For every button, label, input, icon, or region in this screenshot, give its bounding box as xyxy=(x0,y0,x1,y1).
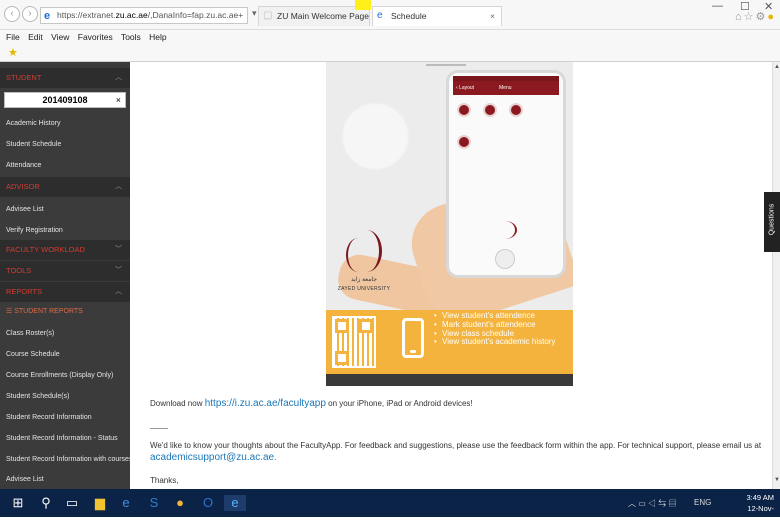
back-button[interactable]: ‹ xyxy=(4,6,20,22)
phone-outline-icon xyxy=(402,318,424,358)
ie-page-icon: e xyxy=(44,10,51,22)
schedule-app-icon xyxy=(483,103,497,117)
tab-zu-main[interactable]: ▢ZU Main Welcome Page Layout ... xyxy=(258,6,370,26)
sidebar-item-student-schedules[interactable]: Student Schedule(s) xyxy=(0,387,130,407)
favorites-bar: ★ xyxy=(0,44,780,62)
chrome-icon[interactable]: ● xyxy=(172,495,188,511)
chevron-up-icon: ︿ xyxy=(115,74,122,81)
sidebar-item-advisee-list[interactable]: Advisee List xyxy=(0,200,130,220)
menu-view[interactable]: View xyxy=(51,32,69,42)
skype-icon[interactable]: S xyxy=(146,495,162,511)
feature-item: View student's academic history xyxy=(434,338,573,347)
section-faculty-workload[interactable]: FACULTY WORKLOAD ﹀ xyxy=(0,240,130,260)
qr-code xyxy=(332,316,376,368)
sidebar-item-student-record-status[interactable]: Student Record Information - Status xyxy=(0,429,130,449)
favorites-star-icon[interactable]: ★ xyxy=(8,46,18,59)
promo-feature-band: View student's attendence Mark student's… xyxy=(326,310,573,374)
search-icon[interactable]: ⚲ xyxy=(38,495,54,511)
sidebar-item-class-roster[interactable]: Class Roster(s) xyxy=(0,324,130,344)
chevron-up-icon: ︿ xyxy=(115,288,122,295)
internet-explorer-icon[interactable]: e xyxy=(224,495,246,511)
sidebar-item-student-record-information[interactable]: Student Record Information xyxy=(0,408,130,428)
sidebar-item-student-schedule[interactable]: Student Schedule xyxy=(0,135,130,155)
history-app-icon xyxy=(509,103,523,117)
sidebar-item-advisee-list-report[interactable]: Advisee List xyxy=(0,470,130,489)
questions-tab[interactable]: Questions xyxy=(764,192,780,252)
menu-edit[interactable]: Edit xyxy=(28,32,43,42)
clear-input-icon[interactable]: × xyxy=(116,93,121,107)
edge-icon[interactable]: e xyxy=(118,495,134,511)
scroll-up-icon[interactable]: ▲ xyxy=(773,64,780,70)
section-tools[interactable]: TOOLS ﹀ xyxy=(0,261,130,281)
tray-icons[interactable]: ︿ ▭ ◁ ⇆ ▤ xyxy=(628,498,676,509)
promo-top-line xyxy=(426,64,466,66)
menu-bar: File Edit View Favorites Tools Help xyxy=(0,30,780,44)
sidebar-item-verify-registration[interactable]: Verify Registration xyxy=(0,221,130,241)
page-scrollbar[interactable]: ▲ ▼ xyxy=(772,62,780,489)
sidebar-item-course-schedule[interactable]: Course Schedule xyxy=(0,345,130,365)
ie-tab-icon: e xyxy=(377,10,383,21)
phone-home-button xyxy=(495,249,515,269)
menu-file[interactable]: File xyxy=(6,32,20,42)
windows-taskbar: ⊞ ⚲ ▭ ▆ e S ● O e ︿ ▭ ◁ ⇆ ▤ ENG 3:49 AM … xyxy=(0,489,780,524)
tab-schedule[interactable]: e Schedule × xyxy=(372,6,502,26)
faculty-app-link[interactable]: https://i.zu.ac.ae/facultyapp xyxy=(205,398,326,409)
menu-tools[interactable]: Tools xyxy=(121,32,141,42)
download-line: Download now https://i.zu.ac.ae/facultya… xyxy=(150,398,473,409)
zu-mini-logo xyxy=(493,221,517,239)
feature-list: View student's attendence Mark student's… xyxy=(434,311,573,347)
list-icon: ☰ xyxy=(6,308,13,315)
close-tab-icon[interactable]: × xyxy=(490,7,495,25)
smiley-icon[interactable]: ● xyxy=(767,11,776,23)
section-student[interactable]: STUDENT ︿ xyxy=(0,68,130,88)
task-view-icon[interactable]: ▭ xyxy=(64,495,80,511)
student-id-input[interactable]: 201409108 × xyxy=(4,92,126,108)
section-advisor[interactable]: ADVISOR ︿ xyxy=(0,177,130,197)
phone-app-header: ‹ Layout Menu xyxy=(453,81,559,95)
scroll-down-icon[interactable]: ▼ xyxy=(773,477,780,483)
browser-toolbar-icons[interactable]: ⌂☆⚙● xyxy=(735,10,776,23)
outlook-icon[interactable]: O xyxy=(200,495,216,511)
phone-back-label: ‹ Layout xyxy=(456,85,475,91)
promo-footer-bar xyxy=(326,374,573,386)
sidebar-item-course-enrollments[interactable]: Course Enrollments (Display Only) xyxy=(0,366,130,386)
chevron-down-icon: ﹀ xyxy=(115,267,122,274)
section-reports[interactable]: REPORTS ︿ xyxy=(0,282,130,302)
divider xyxy=(150,428,168,429)
file-explorer-icon[interactable]: ▆ xyxy=(92,495,108,511)
feedback-app-icon xyxy=(457,135,471,149)
closing-text: Thanks, xyxy=(150,476,179,485)
menu-help[interactable]: Help xyxy=(149,32,166,42)
page-icon: ▢ xyxy=(263,10,273,21)
forward-button[interactable]: › xyxy=(22,6,38,22)
sidebar-subheader-student-reports[interactable]: ☰ STUDENT REPORTS xyxy=(0,302,130,322)
windows-start-icon[interactable]: ⊞ xyxy=(10,495,26,511)
system-clock[interactable]: 3:49 AM 12-Nov-19 xyxy=(740,492,774,525)
menu-favorites[interactable]: Favorites xyxy=(78,32,113,42)
phone-illustration: ‹ Layout Menu xyxy=(446,70,566,278)
zu-english-name: ZAYED UNIVERSITY xyxy=(337,286,391,292)
language-indicator[interactable]: ENG xyxy=(694,498,711,507)
chevron-down-icon: ﹀ xyxy=(115,246,122,253)
chevron-up-icon: ︿ xyxy=(115,183,122,190)
sidebar-item-academic-history[interactable]: Academic History xyxy=(0,114,130,134)
sidebar-item-attendance[interactable]: Attendance xyxy=(0,156,130,176)
attendance-app-icon xyxy=(457,103,471,117)
address-bar[interactable]: e https://extranet.zu.ac.ae/,DanaInfo=fap… xyxy=(40,7,248,24)
zu-arabic-name: جامعة زايد xyxy=(351,277,377,283)
faculty-app-promo-image: ‹ Layout Menu جامعة زايد ZAYED UNIVERSIT… xyxy=(326,62,573,386)
browser-titlebar: ‹ › e https://extranet.zu.ac.ae/,DanaInfo… xyxy=(0,0,780,30)
support-line: academicsupport@zu.ac.ae. xyxy=(150,452,277,463)
feedback-text: We'd like to know your thoughts about th… xyxy=(150,441,762,450)
highlight-mark xyxy=(355,0,371,10)
sidebar: STUDENT ︿ 201409108 × Academic History Stu… xyxy=(0,62,130,489)
minimize-button[interactable]: — xyxy=(712,0,723,12)
support-email-link[interactable]: academicsupport@zu.ac.ae xyxy=(150,452,274,463)
sidebar-item-student-record-courses[interactable]: Student Record Information with courses xyxy=(0,450,130,470)
